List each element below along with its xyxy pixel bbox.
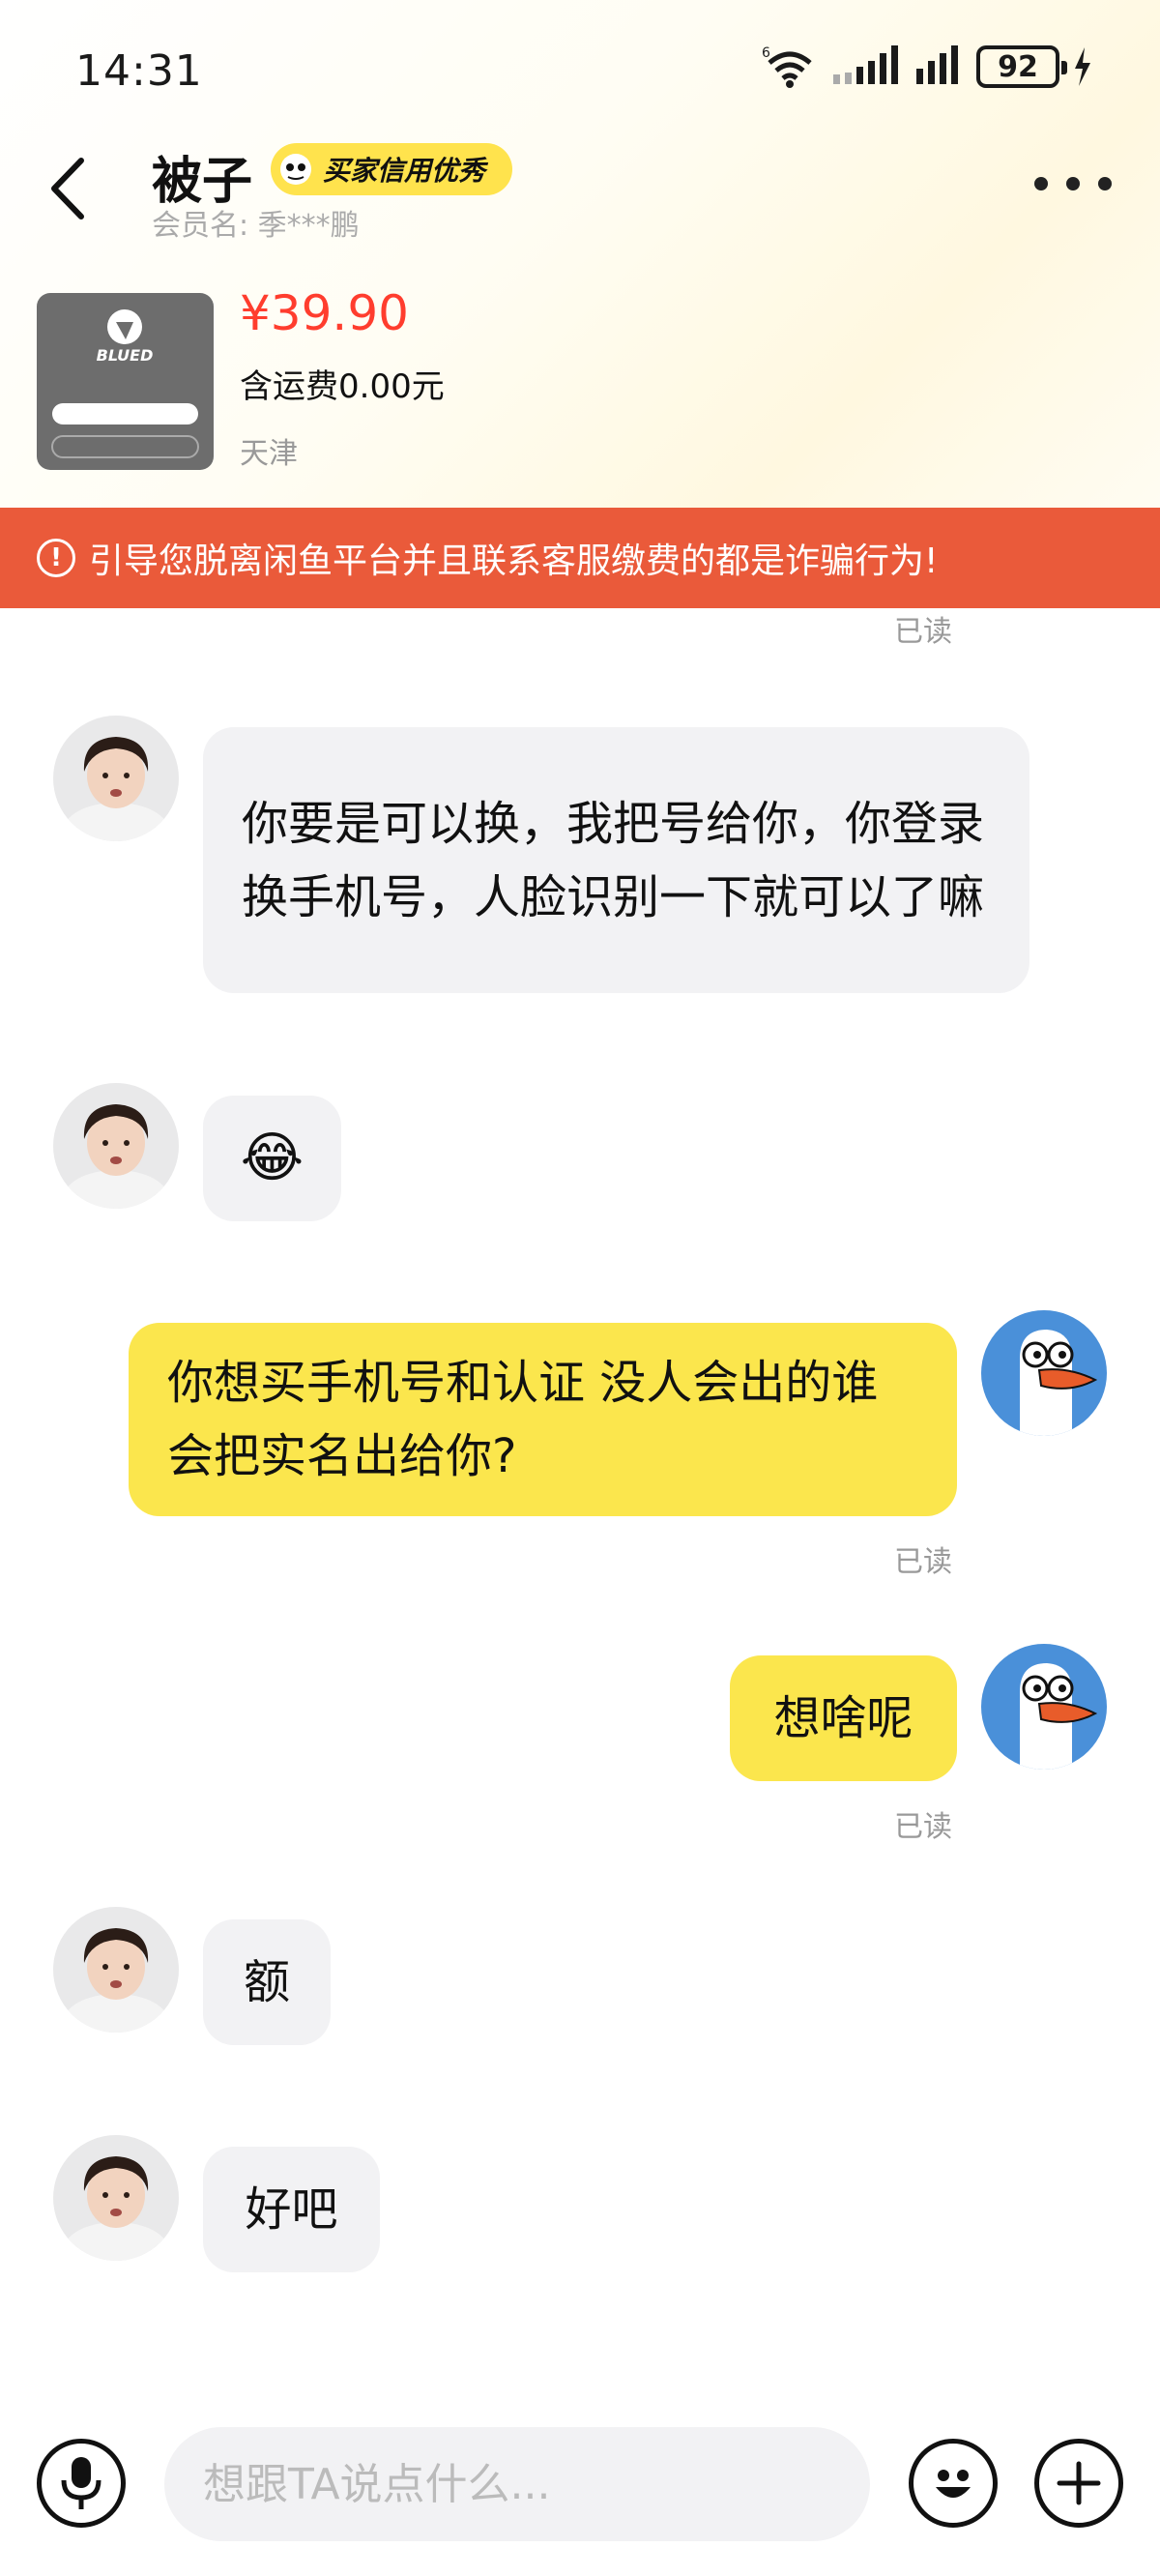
status-icons: 6 92: [762, 43, 1092, 91]
warning-text: 引导您脱离闲鱼平台并且联系客服缴费的都是诈骗行为!: [89, 542, 939, 581]
read-status: 已读: [894, 1545, 952, 1579]
mascot-icon: [280, 154, 311, 185]
smiley-icon: [936, 2470, 971, 2498]
product-location: 天津: [240, 437, 298, 471]
plus-icon: [1057, 2461, 1101, 2505]
message-bubble[interactable]: 你想买手机号和认证 没人会出的谁会把实名出给你?: [129, 1323, 957, 1516]
message-bubble[interactable]: 😂: [203, 1096, 341, 1221]
blued-logo: BLUED: [51, 309, 199, 458]
status-bar: 14:31 6 92: [0, 0, 1160, 135]
more-options-button[interactable]: [1034, 164, 1112, 203]
voice-button[interactable]: [37, 2439, 126, 2528]
message-input-bar: [0, 2408, 1160, 2576]
more-dot-icon: [1098, 177, 1112, 190]
svg-text:6: 6: [762, 45, 770, 61]
more-dot-icon: [1066, 177, 1080, 190]
emoji-button[interactable]: [909, 2439, 998, 2528]
goose-avatar-icon: [981, 1644, 1107, 1770]
chevron-left-icon: [51, 158, 84, 220]
boy-avatar-icon: [53, 1907, 179, 2033]
contact-avatar[interactable]: [53, 2135, 179, 2261]
product-thumbnail[interactable]: BLUED: [37, 293, 214, 470]
credit-badge-label: 买家信用优秀: [323, 155, 486, 187]
read-status: 已读: [894, 615, 952, 649]
message-input[interactable]: [164, 2427, 870, 2541]
message-bubble[interactable]: 好吧: [203, 2147, 380, 2272]
contact-avatar[interactable]: [53, 1083, 179, 1209]
battery-indicator: 92: [976, 45, 1067, 88]
microphone-icon: [61, 2457, 102, 2509]
contact-avatar[interactable]: [53, 1907, 179, 2033]
message-text: 好吧: [245, 2182, 338, 2237]
message-bubble[interactable]: 想啥呢: [730, 1655, 957, 1781]
product-shipping: 含运费0.00元: [240, 367, 445, 406]
message-text: 你要是可以换，我把号给你，你登录换手机号，人脸识别一下就可以了嘛: [242, 796, 985, 924]
my-avatar[interactable]: [981, 1644, 1107, 1770]
product-price: ¥39.90: [240, 285, 409, 341]
goose-avatar-icon: [981, 1310, 1107, 1436]
fraud-warning-banner: ! 引导您脱离闲鱼平台并且联系客服缴费的都是诈骗行为!: [0, 508, 1160, 608]
wifi-icon: 6: [762, 45, 812, 88]
message-text: 想啥呢: [773, 1691, 914, 1745]
credit-badge[interactable]: 买家信用优秀: [271, 143, 512, 195]
add-button[interactable]: [1034, 2439, 1123, 2528]
boy-avatar-icon: [53, 716, 179, 841]
read-status: 已读: [894, 1810, 952, 1844]
boy-avatar-icon: [53, 2135, 179, 2261]
contact-avatar[interactable]: [53, 716, 179, 841]
my-avatar[interactable]: [981, 1310, 1107, 1436]
boy-avatar-icon: [53, 1083, 179, 1209]
signal-icon-1: [833, 45, 898, 84]
charging-icon: [1075, 47, 1090, 86]
message-bubble[interactable]: 额: [203, 1919, 331, 2045]
status-time: 14:31: [75, 46, 203, 96]
message-text: 你想买手机号和认证 没人会出的谁会把实名出给你?: [167, 1356, 879, 1483]
battery-level: 92: [998, 49, 1038, 84]
member-name: 会员名: 季***鹏: [152, 209, 360, 243]
message-text: 额: [243, 1955, 290, 2009]
thumb-brand: BLUED: [97, 346, 154, 365]
back-button[interactable]: [48, 150, 106, 227]
laughing-emoji: 😂: [240, 1127, 304, 1189]
message-bubble[interactable]: 你要是可以换，我把号给你，你登录换手机号，人脸识别一下就可以了嘛: [203, 727, 1030, 993]
signal-icon-2: [916, 45, 958, 84]
exclamation-icon: !: [37, 539, 75, 577]
more-dot-icon: [1034, 177, 1048, 190]
